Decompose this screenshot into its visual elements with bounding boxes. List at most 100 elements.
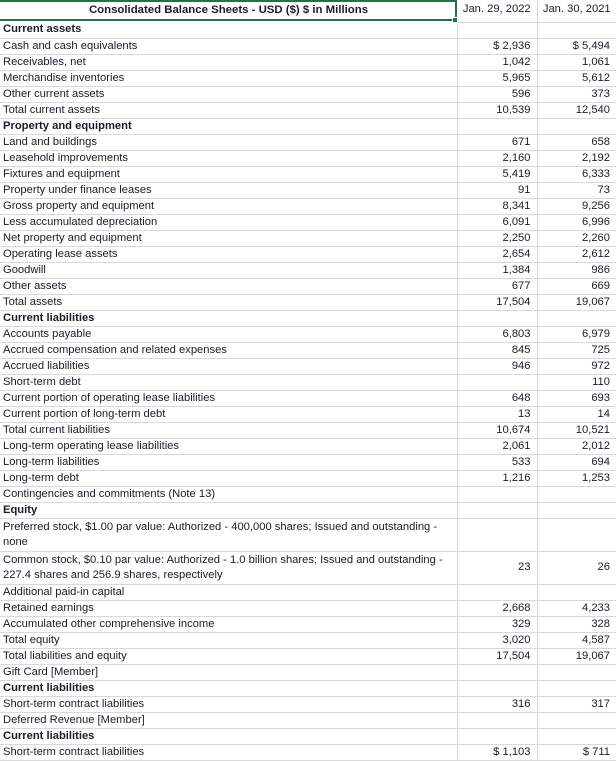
row-value-period-2[interactable]: 10,521: [537, 422, 616, 439]
row-label[interactable]: Gross property and equipment: [0, 198, 458, 215]
row-section-label[interactable]: Current liabilities: [0, 680, 458, 697]
row-label[interactable]: Property under finance leases: [0, 182, 458, 199]
row-label[interactable]: Accounts payable: [0, 326, 458, 343]
row-value-period-1[interactable]: 677: [457, 278, 538, 295]
row-value-period-1[interactable]: $ 1,103: [457, 744, 538, 761]
row-value-period-1[interactable]: 2,061: [457, 438, 538, 455]
row-value-period-2[interactable]: $ 711: [537, 744, 616, 761]
row-label[interactable]: Leasehold improvements: [0, 150, 458, 167]
row-value-period-1[interactable]: [457, 118, 538, 135]
row-value-period-2[interactable]: 19,067: [537, 648, 616, 665]
row-value-period-1[interactable]: [457, 712, 538, 729]
column-header-period-1[interactable]: Jan. 29, 2022: [457, 0, 538, 23]
row-label[interactable]: Total liabilities and equity: [0, 648, 458, 665]
row-label[interactable]: Common stock, $0.10 par value: Authorize…: [0, 551, 458, 585]
row-value-period-1[interactable]: [457, 486, 538, 503]
row-value-period-2[interactable]: 9,256: [537, 198, 616, 215]
row-value-period-1[interactable]: [457, 664, 538, 681]
row-value-period-1[interactable]: 1,384: [457, 262, 538, 279]
row-value-period-1[interactable]: [457, 310, 538, 327]
row-value-period-2[interactable]: [537, 310, 616, 327]
row-value-period-1[interactable]: 91: [457, 182, 538, 199]
row-label[interactable]: Additional paid-in capital: [0, 584, 458, 601]
row-label[interactable]: Goodwill: [0, 262, 458, 279]
row-value-period-2[interactable]: 1,061: [537, 54, 616, 71]
row-value-period-2[interactable]: 972: [537, 358, 616, 375]
row-value-period-2[interactable]: [537, 118, 616, 135]
row-value-period-1[interactable]: 17,504: [457, 648, 538, 665]
row-value-period-1[interactable]: 1,042: [457, 54, 538, 71]
row-value-period-2[interactable]: 328: [537, 616, 616, 633]
row-value-period-1[interactable]: [457, 374, 538, 391]
sheet-title-cell[interactable]: Consolidated Balance Sheets - USD ($) $ …: [0, 0, 457, 22]
row-value-period-1[interactable]: 533: [457, 454, 538, 471]
row-value-period-1[interactable]: 2,160: [457, 150, 538, 167]
row-value-period-2[interactable]: 5,612: [537, 70, 616, 87]
row-value-period-1[interactable]: 671: [457, 134, 538, 151]
row-value-period-2[interactable]: $ 5,494: [537, 38, 616, 55]
row-label[interactable]: Long-term debt: [0, 470, 458, 487]
row-label[interactable]: Total current liabilities: [0, 422, 458, 439]
row-value-period-1[interactable]: 2,250: [457, 230, 538, 247]
row-label[interactable]: Current portion of operating lease liabi…: [0, 390, 458, 407]
row-label[interactable]: Current portion of long-term debt: [0, 406, 458, 423]
row-label[interactable]: Preferred stock, $1.00 par value: Author…: [0, 518, 458, 552]
row-label[interactable]: Total equity: [0, 632, 458, 649]
row-value-period-1[interactable]: 946: [457, 358, 538, 375]
row-section-label[interactable]: Current liabilities: [0, 728, 458, 745]
row-value-period-1[interactable]: 845: [457, 342, 538, 359]
row-label[interactable]: Fixtures and equipment: [0, 166, 458, 183]
row-value-period-2[interactable]: 658: [537, 134, 616, 151]
row-value-period-2[interactable]: [537, 712, 616, 729]
row-label[interactable]: Cash and cash equivalents: [0, 38, 458, 55]
row-value-period-2[interactable]: 19,067: [537, 294, 616, 311]
row-value-period-1[interactable]: [457, 584, 538, 601]
row-value-period-2[interactable]: 2,612: [537, 246, 616, 263]
row-value-period-1[interactable]: 2,668: [457, 600, 538, 617]
row-label[interactable]: Total assets: [0, 294, 458, 311]
row-section-label[interactable]: Current liabilities: [0, 310, 458, 327]
row-label[interactable]: Short-term debt: [0, 374, 458, 391]
row-value-period-1[interactable]: $ 2,936: [457, 38, 538, 55]
row-value-period-1[interactable]: 13: [457, 406, 538, 423]
row-value-period-1[interactable]: 2,654: [457, 246, 538, 263]
row-value-period-2[interactable]: [537, 22, 616, 39]
row-value-period-2[interactable]: 4,233: [537, 600, 616, 617]
row-label[interactable]: Accrued liabilities: [0, 358, 458, 375]
row-value-period-2[interactable]: 986: [537, 262, 616, 279]
row-section-label[interactable]: Equity: [0, 502, 458, 519]
row-value-period-1[interactable]: 6,091: [457, 214, 538, 231]
row-value-period-1[interactable]: 596: [457, 86, 538, 103]
row-label[interactable]: Short-term contract liabilities: [0, 744, 458, 761]
row-value-period-1[interactable]: 648: [457, 390, 538, 407]
row-label[interactable]: Merchandise inventories: [0, 70, 458, 87]
row-label[interactable]: Receivables, net: [0, 54, 458, 71]
row-value-period-2[interactable]: 6,996: [537, 214, 616, 231]
row-value-period-2[interactable]: 2,192: [537, 150, 616, 167]
row-value-period-2[interactable]: 73: [537, 182, 616, 199]
row-value-period-2[interactable]: 6,979: [537, 326, 616, 343]
row-value-period-2[interactable]: [537, 584, 616, 601]
row-label[interactable]: Contingencies and commitments (Note 13): [0, 486, 458, 503]
row-value-period-2[interactable]: [537, 680, 616, 697]
row-value-period-2[interactable]: 6,333: [537, 166, 616, 183]
row-section-label[interactable]: Property and equipment: [0, 118, 458, 135]
row-label[interactable]: Retained earnings: [0, 600, 458, 617]
row-value-period-2[interactable]: 4,587: [537, 632, 616, 649]
row-value-period-1[interactable]: [457, 502, 538, 519]
row-value-period-2[interactable]: 669: [537, 278, 616, 295]
row-value-period-2[interactable]: 725: [537, 342, 616, 359]
row-label[interactable]: Long-term liabilities: [0, 454, 458, 471]
row-value-period-1[interactable]: 1,216: [457, 470, 538, 487]
row-value-period-1[interactable]: 10,539: [457, 102, 538, 119]
row-value-period-1[interactable]: 316: [457, 696, 538, 713]
row-label[interactable]: Deferred Revenue [Member]: [0, 712, 458, 729]
row-value-period-2[interactable]: 693: [537, 390, 616, 407]
row-value-period-1[interactable]: 6,803: [457, 326, 538, 343]
row-label[interactable]: Other current assets: [0, 86, 458, 103]
row-value-period-1[interactable]: 8,341: [457, 198, 538, 215]
row-value-period-2[interactable]: [537, 518, 616, 552]
row-value-period-2[interactable]: 12,540: [537, 102, 616, 119]
row-value-period-1[interactable]: 17,504: [457, 294, 538, 311]
row-value-period-2[interactable]: 317: [537, 696, 616, 713]
